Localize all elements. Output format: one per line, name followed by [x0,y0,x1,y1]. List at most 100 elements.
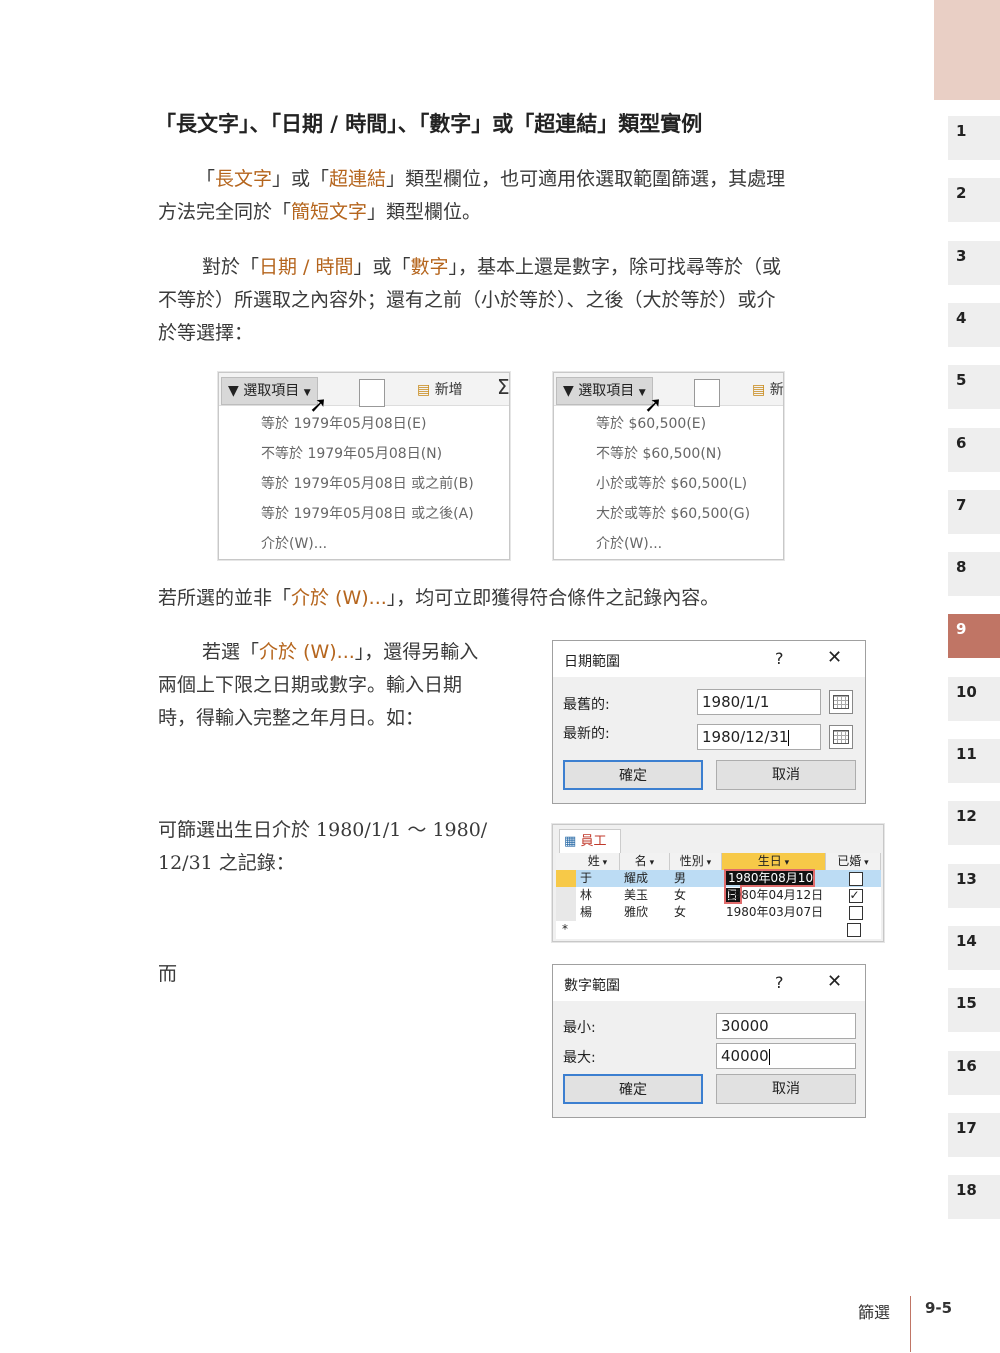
row-selector[interactable] [556,870,576,887]
ok-button[interactable]: 確定 [563,760,703,790]
menu-item[interactable]: 大於或等於 $60,500(G) [596,503,750,523]
table-cell[interactable]: 楊 [576,904,620,921]
table-cell[interactable]: 1980年03月07日 [722,904,826,921]
table-cell[interactable]: 1980年08月10日 [722,869,826,904]
new-record-row[interactable]: * [556,921,881,938]
cell-value: 男 [674,871,687,885]
row-selector[interactable] [556,904,576,921]
newest-date-input[interactable]: 1980/12/31 [697,724,821,750]
table-cell[interactable] [826,870,881,887]
column-header-label: 性別 [679,854,704,868]
dialog-title: 日期範圍 [564,654,620,670]
new-record-button[interactable]: ▤ 新 [752,379,784,399]
menu-item[interactable]: 等於 1979年05月08日(E) [261,413,426,433]
table-cell[interactable] [826,887,881,904]
cell-value: 林 [580,888,593,902]
text: 不等於）所選取之內容外；還有之前（小於等於）、之後（大於等於）或介 [158,289,776,311]
cell-value: 女 [674,888,687,902]
table-cell[interactable]: 美玉 [620,887,670,904]
help-button[interactable]: ? [775,973,784,992]
column-header-label: 已婚 [837,854,862,868]
column-header[interactable]: 名 ▾ [620,853,670,870]
menu-item[interactable]: 不等於 1979年05月08日(N) [261,443,442,463]
cell-value: 1980年04月12日 [726,888,824,902]
married-checkbox[interactable] [848,871,863,886]
column-header[interactable]: 姓 ▾ [576,853,620,870]
sum-icon[interactable]: Σ [497,375,510,399]
new-record-marker: * [562,922,568,936]
table-row[interactable]: 楊 雅欣 女 1980年03月07日 [556,904,881,921]
chapter-tab-7[interactable]: 7 [948,489,1000,534]
chapter-tab-3[interactable]: 3 [948,240,1000,285]
refresh-icon[interactable] [694,379,720,407]
refresh-icon[interactable] [359,379,385,407]
menu-item[interactable]: 等於 $60,500(E) [596,413,706,433]
table-cell[interactable]: 耀成 [620,870,670,887]
chapter-tab-11[interactable]: 11 [948,739,1000,783]
chapter-tab-13[interactable]: 13 [948,863,1000,908]
table-cell[interactable]: 1980年04月12日 [722,887,826,904]
chapter-tab-17[interactable]: 17 [948,1112,1000,1157]
cancel-button[interactable]: 取消 [716,760,856,790]
table-cell[interactable]: 雅欣 [620,904,670,921]
column-header[interactable]: 生日 ▾ [722,853,826,870]
chapter-tab-16[interactable]: 16 [948,1050,1000,1095]
column-header-label: 名 [634,854,647,868]
chapter-tab-5[interactable]: 5 [948,365,1000,410]
menu-item[interactable]: 介於(W)... [261,533,327,553]
menu-item[interactable]: 介於(W)... [596,533,662,553]
chapter-tab-2[interactable]: 2 [948,178,1000,223]
table-cell[interactable] [826,904,881,921]
table-row[interactable]: 于 耀成 男 1980年08月10日 [556,869,881,904]
cell-value: 雅欣 [624,905,649,919]
married-checkbox[interactable] [847,923,861,937]
married-checkbox[interactable] [848,905,863,920]
calendar-icon[interactable] [829,725,853,749]
row-selector[interactable] [556,887,576,904]
column-header-label: 姓 [587,854,600,868]
column-header[interactable]: 性別 ▾ [670,853,722,870]
ok-button[interactable]: 確定 [563,1074,703,1104]
chapter-tab-12[interactable]: 12 [948,801,1000,846]
menu-item[interactable]: 等於 1979年05月08日 或之後(A) [261,503,474,523]
min-value-input[interactable]: 30000 [716,1013,856,1039]
chapter-tab-14[interactable]: 14 [948,925,1000,970]
new-record-button[interactable]: ▤ 新增 [417,379,463,399]
table-row[interactable]: 林 美玉 女 1980年04月12日 [556,887,881,904]
highlight-term: 簡短文字 [291,201,368,223]
selection-button[interactable]: ▼ 選取項目 ▼ [221,377,318,405]
table-tab[interactable]: ▦ 員工 [559,829,621,854]
table-cell[interactable]: 于 [576,870,620,887]
calendar-icon[interactable] [829,690,853,714]
table-cell[interactable]: 女 [670,904,722,921]
married-checkbox[interactable] [848,887,863,904]
cancel-button[interactable]: 取消 [716,1074,856,1104]
cell-value: 美玉 [624,888,649,902]
oldest-date-input[interactable]: 1980/1/1 [697,689,821,715]
column-header[interactable]: 已婚 ▾ [826,853,881,870]
selection-button[interactable]: ▼ 選取項目 ▼ [556,377,653,405]
max-value-input[interactable]: 40000 [716,1043,856,1069]
new-record-icon: ▤ [417,382,431,398]
chapter-tab-4[interactable]: 4 [948,302,1000,347]
help-button[interactable]: ? [775,649,784,668]
chapter-tab-15[interactable]: 15 [948,988,1000,1033]
new-record-label: 新增 [434,382,463,398]
chapter-tab-8[interactable]: 8 [948,552,1000,597]
chapter-tab-6[interactable]: 6 [948,427,1000,472]
menu-item[interactable]: 等於 1979年05月08日 或之前(B) [261,473,474,493]
close-button[interactable]: ✕ [827,647,842,668]
chapter-tab-9[interactable]: 9 [948,614,1000,659]
menu-item[interactable]: 小於或等於 $60,500(L) [596,473,747,493]
chapter-tab-18[interactable]: 18 [948,1175,1000,1220]
text: 於等選擇： [158,322,254,344]
chapter-tab-1[interactable]: 1 [948,116,1000,160]
table-cell[interactable]: 女 [670,887,722,904]
selection-button-label: 選取項目 [243,383,300,399]
menu-item[interactable]: 不等於 $60,500(N) [596,443,722,463]
chapter-tab-10[interactable]: 10 [948,676,1000,721]
table-cell[interactable]: 男 [670,870,722,887]
close-button[interactable]: ✕ [827,971,842,992]
table-cell[interactable]: 林 [576,887,620,904]
highlight-term: 數字 [410,256,449,278]
